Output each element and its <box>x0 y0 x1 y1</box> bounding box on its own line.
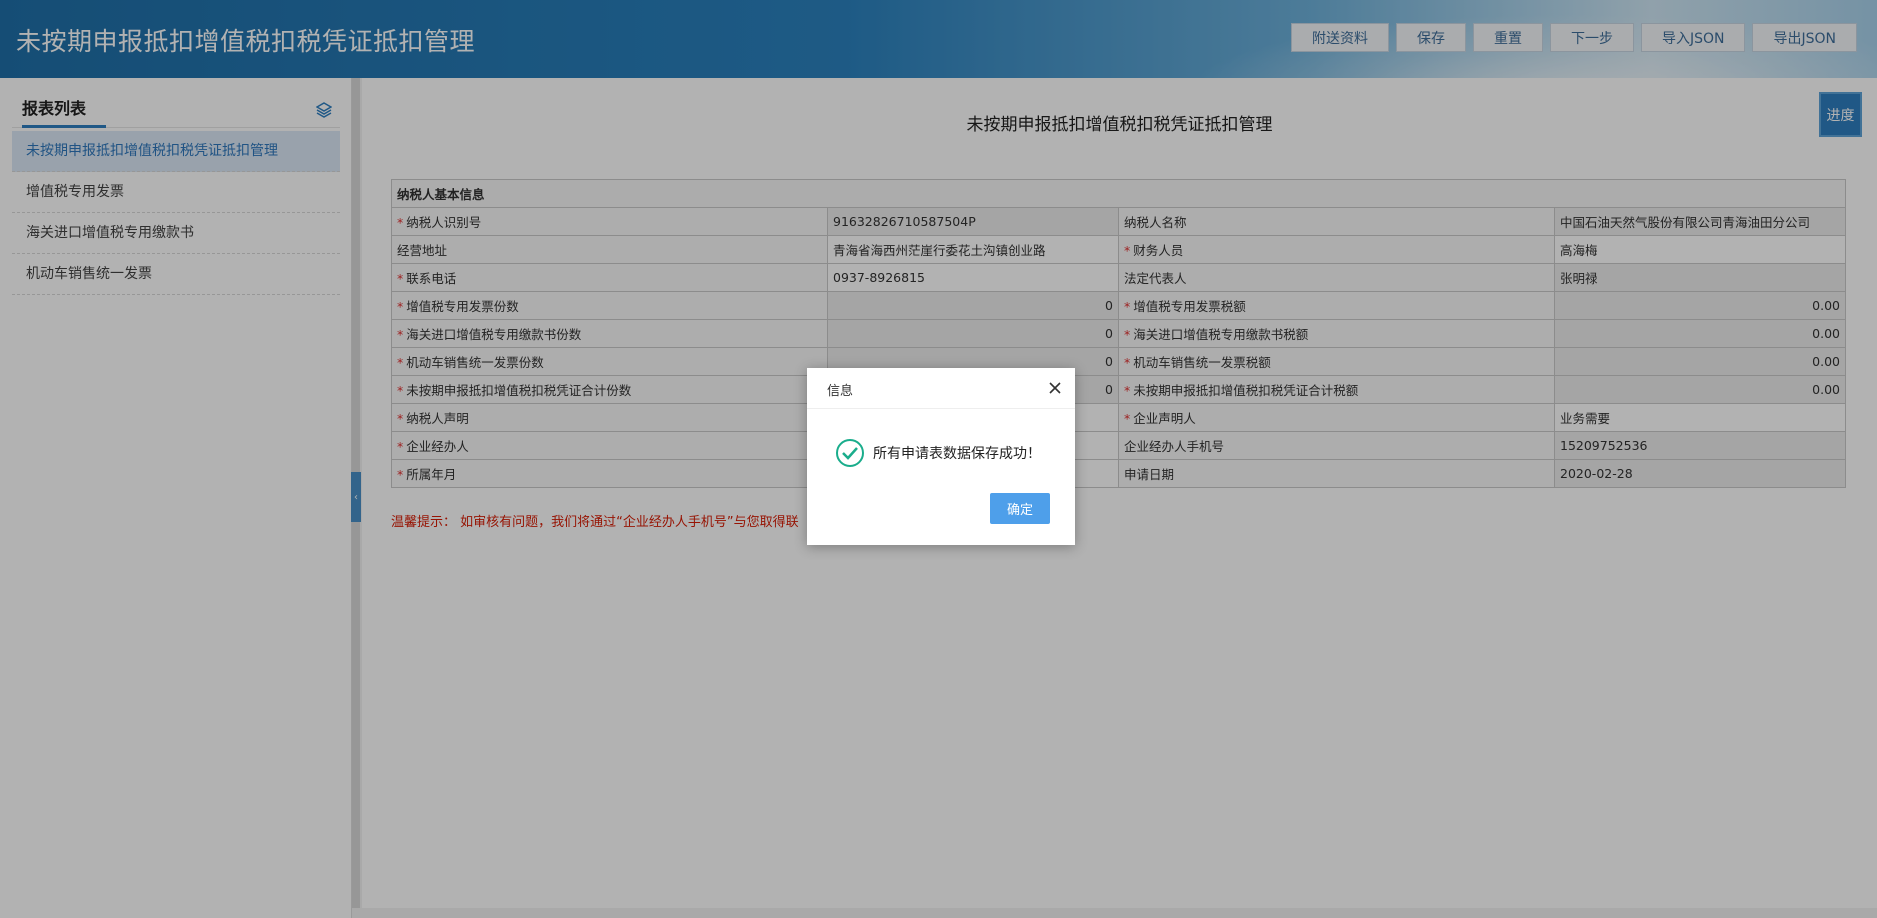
close-icon[interactable] <box>1047 380 1063 396</box>
info-dialog: 信息 所有申请表数据保存成功！ 确定 <box>807 368 1075 545</box>
dialog-title: 信息 <box>827 384 854 399</box>
confirm-button[interactable]: 确定 <box>990 493 1050 524</box>
dialog-body: 所有申请表数据保存成功！ <box>835 438 1041 468</box>
success-check-icon <box>836 439 864 467</box>
dialog-header: 信息 <box>807 368 1075 409</box>
dialog-message: 所有申请表数据保存成功！ <box>873 446 1041 462</box>
